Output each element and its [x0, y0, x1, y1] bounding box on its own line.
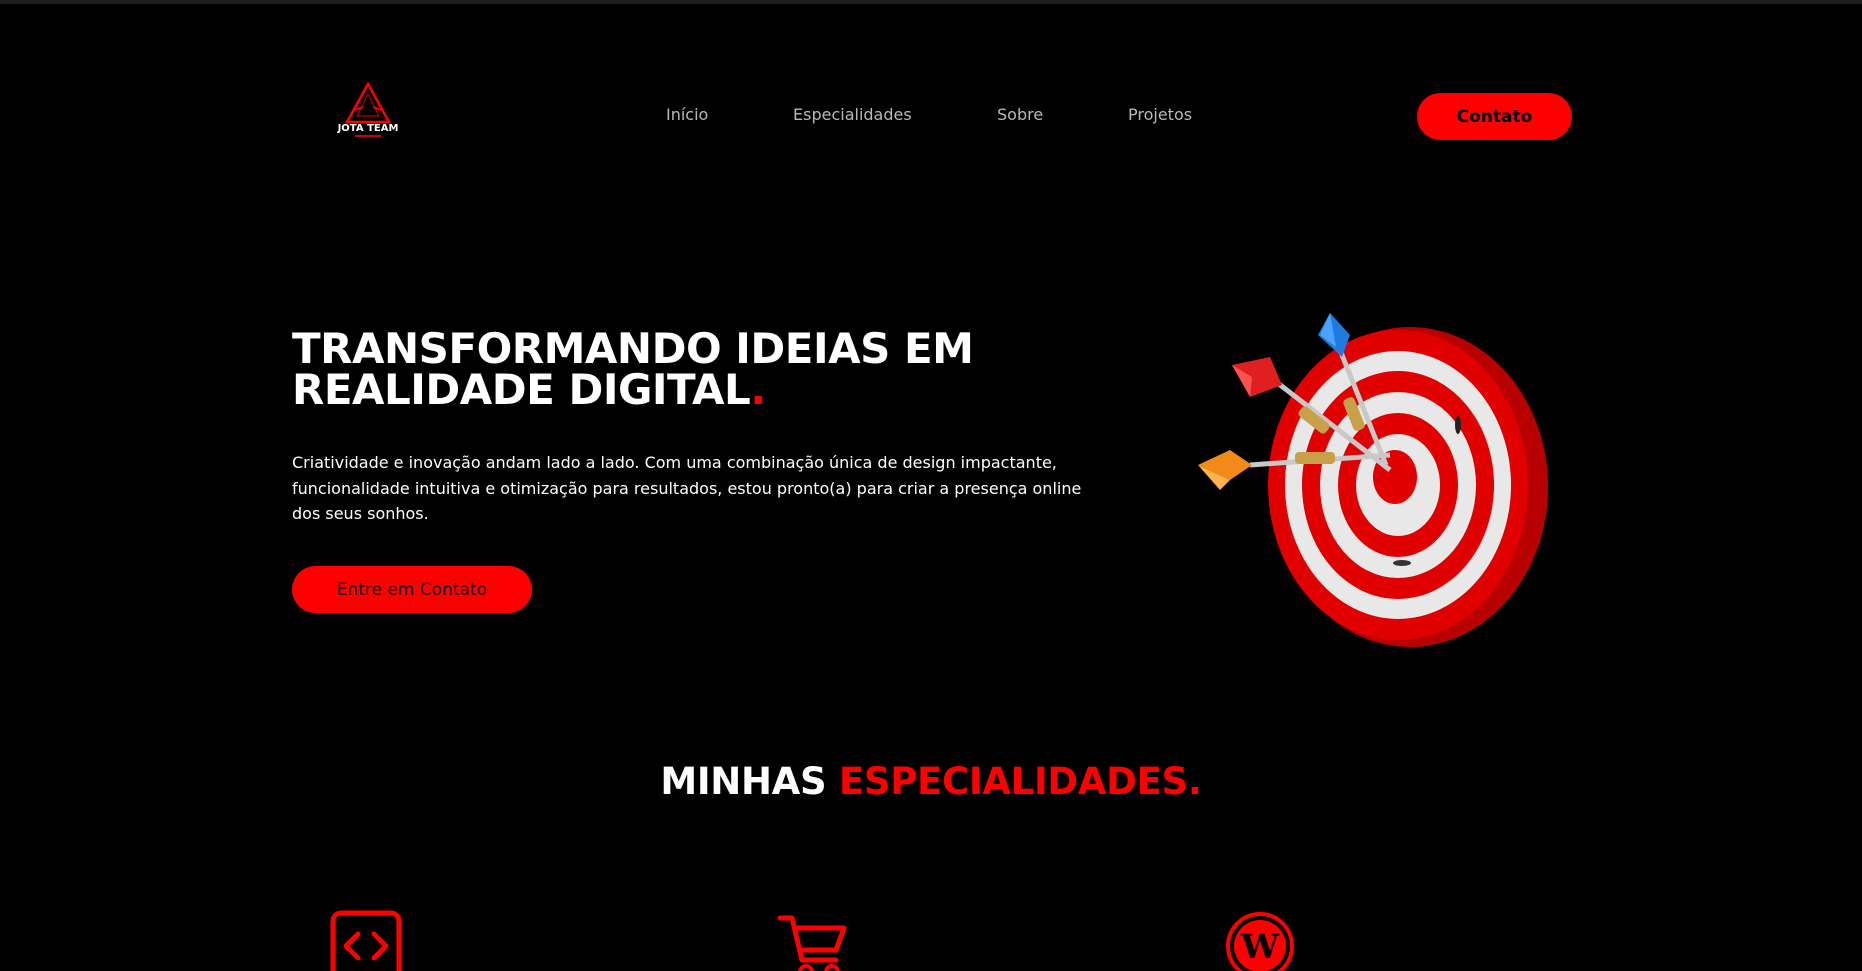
- main-nav: Início Especialidades Sobre Projetos: [0, 105, 1862, 129]
- specialties-title: MINHAS ESPECIALIDADES.: [0, 760, 1862, 803]
- nav-item-inicio[interactable]: Início: [666, 105, 708, 124]
- nav-item-projetos[interactable]: Projetos: [1128, 105, 1192, 124]
- specialties-title-white: MINHAS: [660, 760, 839, 803]
- nav-item-sobre[interactable]: Sobre: [997, 105, 1043, 124]
- shopping-cart-icon: [777, 915, 847, 971]
- hero-title: TRANSFORMANDO IDEIAS EM REALIDADE DIGITA…: [292, 328, 1052, 411]
- nav-item-especialidades[interactable]: Especialidades: [793, 105, 912, 124]
- page: JOTA TEAM Início Especialidades Sobre Pr…: [0, 0, 1862, 971]
- hero-description: Criatividade e inovação andam lado a lad…: [292, 453, 1082, 523]
- code-icon: [330, 910, 402, 971]
- specialties-title-red: ESPECIALIDADES.: [838, 760, 1202, 803]
- hero-title-line2: REALIDADE DIGITAL: [292, 365, 751, 414]
- cta-contact-button[interactable]: Entre em Contato: [292, 566, 532, 613]
- dartboard-illustration: [1198, 313, 1548, 647]
- wordpress-icon: W: [1226, 912, 1294, 971]
- svg-text:W: W: [1240, 927, 1280, 967]
- hero-title-dot: .: [750, 365, 766, 414]
- top-border: [0, 0, 1862, 4]
- contact-button[interactable]: Contato: [1417, 93, 1572, 140]
